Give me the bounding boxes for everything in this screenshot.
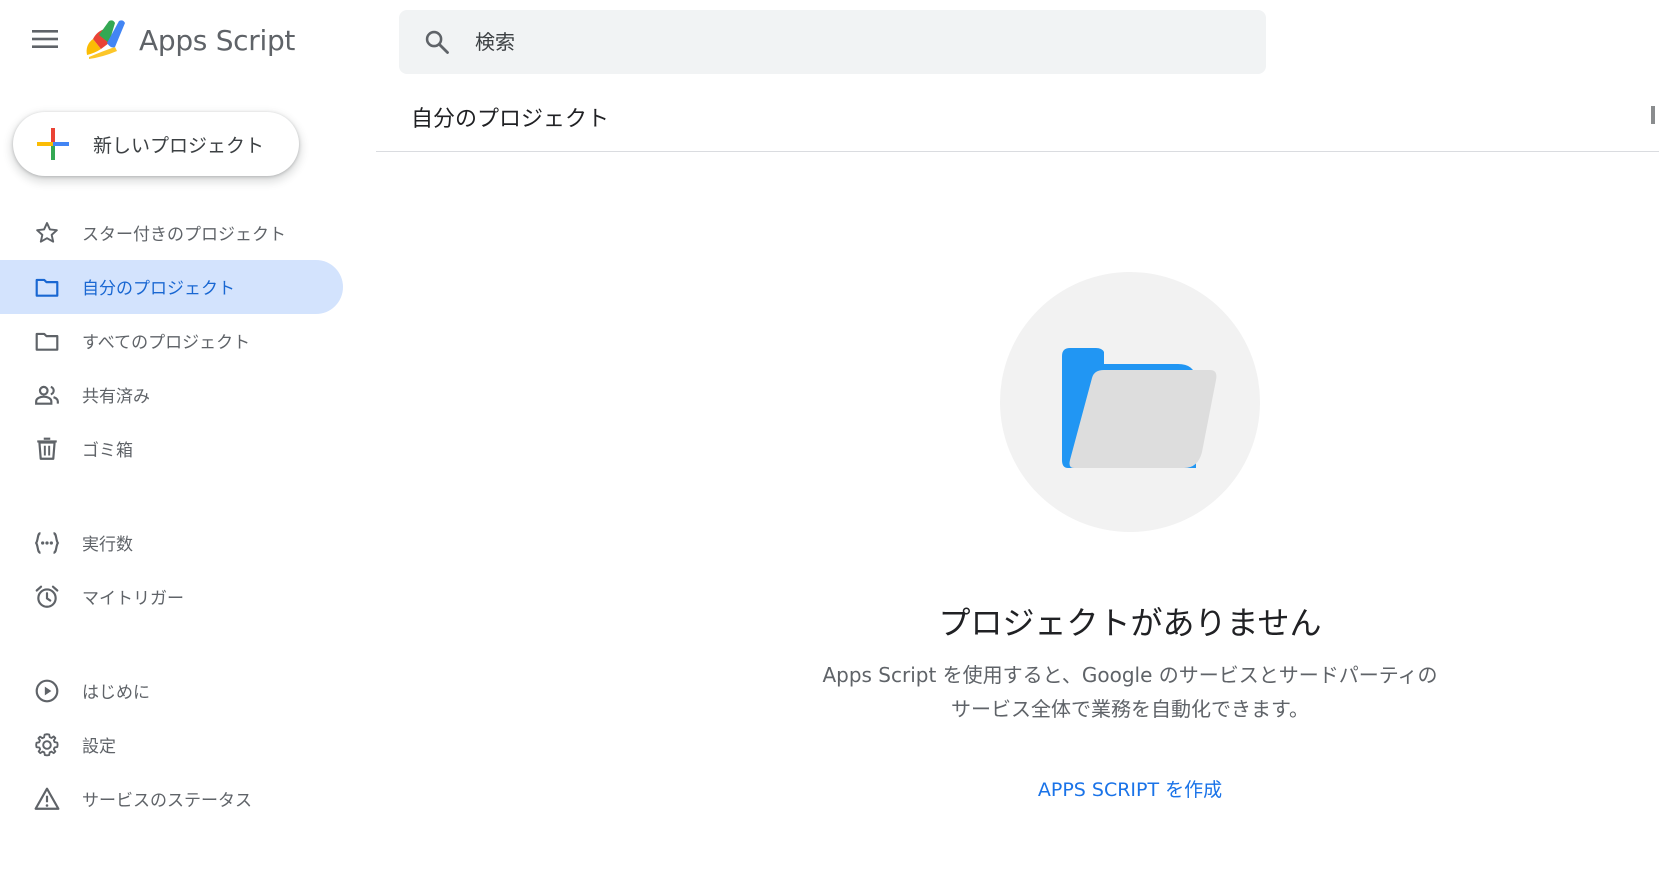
sidebar-item-label: 実行数: [82, 535, 133, 555]
truncated-toolbar-edge: [1651, 106, 1655, 124]
sidebar-item-my-projects[interactable]: 自分のプロジェクト: [0, 260, 343, 314]
sidebar-item-label: 共有済み: [82, 387, 150, 407]
sidebar-item-triggers[interactable]: マイトリガー: [0, 570, 343, 624]
main-menu-button[interactable]: [26, 20, 64, 58]
apps-script-logo[interactable]: [83, 17, 129, 61]
sidebar-item-starred[interactable]: スター付きのプロジェクト: [0, 206, 343, 260]
search-bar[interactable]: [399, 10, 1266, 74]
sidebar-item-label: 設定: [82, 737, 116, 757]
app-title: Apps Script: [139, 24, 296, 57]
sidebar-item-getting-started[interactable]: はじめに: [0, 664, 343, 718]
hamburger-menu-icon: [32, 30, 58, 48]
new-project-button[interactable]: 新しいプロジェクト: [13, 112, 299, 176]
sidebar-item-label: すべてのプロジェクト: [82, 333, 251, 353]
create-apps-script-link[interactable]: APPS SCRIPT を作成: [980, 775, 1280, 802]
gear-icon: [35, 733, 59, 757]
page-title: 自分のプロジェクト: [411, 107, 610, 132]
sidebar-item-service-status[interactable]: サービスのステータス: [0, 772, 343, 826]
alarm-icon: [35, 585, 59, 608]
play-circle-icon: [35, 679, 59, 703]
search-input[interactable]: [475, 23, 1235, 61]
folder-icon: [35, 278, 59, 297]
sidebar-item-label: サービスのステータス: [82, 791, 252, 811]
app-root: Apps Script 新しいプロジェクト スター付きのプロジェクト: [0, 0, 1659, 877]
sidebar-item-settings[interactable]: 設定: [0, 718, 343, 772]
sidebar-item-label: はじめに: [82, 683, 150, 703]
sidebar-item-executions[interactable]: 実行数: [0, 516, 343, 570]
sidebar-item-shared[interactable]: 共有済み: [0, 368, 343, 422]
warning-icon: [34, 787, 60, 810]
empty-state-description-line: Apps Script を使用すると、Google のサービスとサードパーティの: [822, 663, 1438, 687]
search-icon[interactable]: [423, 28, 451, 56]
folder-icon: [35, 332, 59, 351]
sidebar-item-label: ゴミ箱: [82, 441, 133, 461]
new-project-label: 新しいプロジェクト: [93, 135, 265, 157]
empty-state-description-line: サービス全体で業務を自動化できます。: [951, 697, 1309, 721]
empty-state-title: プロジェクトがありません: [938, 604, 1322, 642]
executions-icon: [34, 532, 60, 554]
star-icon: [36, 222, 58, 243]
sidebar-item-label: スター付きのプロジェクト: [82, 225, 286, 245]
sidebar-item-all-projects[interactable]: すべてのプロジェクト: [0, 314, 343, 368]
people-icon: [35, 385, 59, 405]
sidebar-item-label: マイトリガー: [82, 589, 184, 609]
sidebar-item-trash[interactable]: ゴミ箱: [0, 422, 343, 476]
folder-open-icon: [1000, 272, 1260, 532]
empty-state-description: Apps Script を使用すると、Google のサービスとサードパーティの…: [760, 658, 1500, 726]
trash-icon: [37, 437, 57, 460]
colorful-plus-icon: [37, 128, 69, 160]
sidebar-item-label: 自分のプロジェクト: [82, 279, 235, 299]
header-divider: [376, 151, 1659, 152]
